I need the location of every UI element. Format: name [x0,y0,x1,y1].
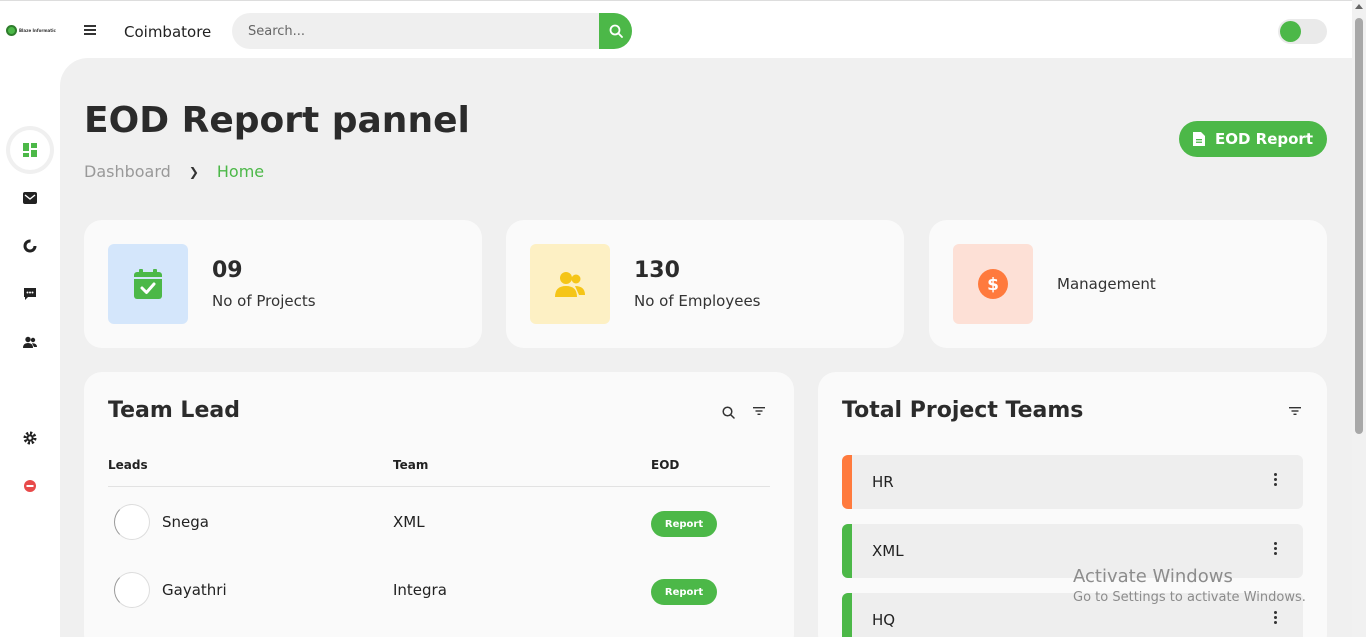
employees-label: No of Employees [634,292,761,310]
eod-report-button[interactable]: EOD Report [1179,121,1327,157]
team-lead-card: Team Lead Leads Team EOD Snega XML Repor… [84,372,794,637]
sidebar [0,60,60,637]
search-button[interactable] [599,13,632,49]
card-tools [722,406,765,419]
page-scrollbar[interactable] [1352,0,1366,637]
chevron-right-icon: ❯ [188,164,199,179]
sidebar-item-inbox[interactable] [10,178,50,218]
filter-icon[interactable] [1289,406,1301,416]
svg-text:$: $ [987,275,999,295]
top-bar: Blaze Informatic Coimbatore [0,0,1352,60]
sidebar-item-reports[interactable] [10,226,50,266]
filter-icon[interactable] [753,406,765,416]
stat-card-employees: 130 No of Employees [506,220,904,348]
lead-team: XML [393,513,425,531]
sidebar-item-settings[interactable] [10,418,50,458]
column-header-leads: Leads [108,458,148,472]
lead-team: Integra [393,581,447,599]
header-divider [108,486,770,487]
team-name: HR [872,473,894,491]
logo-text: Blaze Informatic [19,27,56,33]
logo-mark-icon [6,24,17,36]
sidebar-item-users[interactable] [10,322,50,362]
location-label: Coimbatore [124,23,212,41]
search-bar [232,13,632,49]
search-icon [609,24,623,38]
team-name: HQ [872,611,896,629]
users-icon [23,336,37,348]
windows-activation-watermark: Activate Windows Go to Settings to activ… [1073,566,1306,605]
avatar [114,572,150,608]
chart-icon [23,239,37,253]
main-content: EOD Report pannel Dashboard ❯ Home EOD R… [60,58,1352,637]
watermark-line2: Go to Settings to activate Windows. [1073,590,1306,605]
document-icon [1192,132,1205,146]
search-input[interactable] [232,13,599,49]
dashboard-icon [23,143,37,157]
stat-icon-box: $ [953,244,1033,324]
team-color-bar [842,455,852,509]
page-title: EOD Report pannel [84,100,470,141]
inbox-icon [23,192,37,204]
chat-icon [24,288,36,300]
more-vertical-icon[interactable] [1267,473,1283,491]
column-header-team: Team [393,458,429,472]
project-teams-title: Total Project Teams [842,398,1084,423]
settings-icon [23,431,37,445]
hamburger-menu-icon[interactable] [84,23,100,39]
theme-toggle[interactable] [1278,19,1327,44]
brand-logo[interactable]: Blaze Informatic [6,23,58,37]
users-icon [555,272,585,297]
eod-report-label: EOD Report [1214,130,1313,148]
lead-name: Gayathri [162,581,227,599]
team-name: XML [872,542,904,560]
report-button[interactable]: Report [651,579,717,605]
avatar [114,504,150,540]
dollar-icon: $ [978,269,1008,299]
card-tools [1289,406,1301,416]
breadcrumb-dashboard[interactable]: Dashboard [84,162,171,181]
watermark-line1: Activate Windows [1073,566,1233,587]
stat-icon-box [530,244,610,324]
stat-icon-box [108,244,188,324]
stat-card-management: $ Management [929,220,1327,348]
search-icon[interactable] [722,406,735,419]
team-lead-title: Team Lead [108,398,240,423]
sidebar-item-logout[interactable] [10,466,50,506]
more-vertical-icon[interactable] [1267,542,1283,560]
scrollbar-thumb[interactable] [1355,18,1363,434]
scroll-up-icon[interactable] [1355,4,1363,9]
more-vertical-icon[interactable] [1267,611,1283,629]
team-color-bar [842,524,852,578]
team-color-bar [842,593,852,637]
column-header-eod: EOD [651,458,680,472]
stat-card-projects: 09 No of Projects [84,220,482,348]
projects-count: 09 [212,258,243,283]
team-item-hr[interactable]: HR [842,455,1303,509]
employees-count: 130 [634,258,680,283]
breadcrumb: Dashboard ❯ Home [84,162,264,181]
projects-label: No of Projects [212,292,316,310]
logout-icon [24,480,36,492]
calendar-check-icon [134,269,162,299]
toggle-knob [1280,21,1301,42]
lead-name: Snega [162,513,209,531]
report-button[interactable]: Report [651,511,717,537]
breadcrumb-home[interactable]: Home [217,162,264,181]
sidebar-item-dashboard[interactable] [10,130,50,170]
management-label: Management [1057,275,1156,293]
sidebar-item-chat[interactable] [10,274,50,314]
